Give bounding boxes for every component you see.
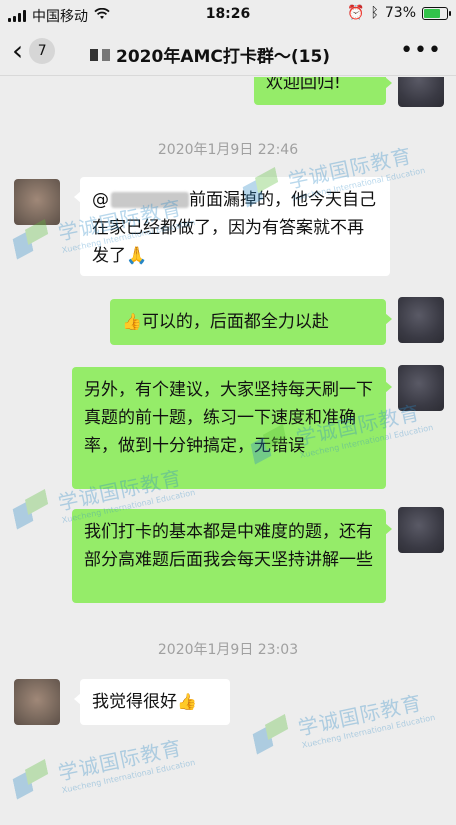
watermark: 学诚国际教育 Xuecheng International Education	[10, 729, 196, 806]
alarm-icon: ⏰	[347, 5, 365, 21]
chat-title[interactable]: 2020年AMC打卡群～(15)	[90, 42, 330, 67]
watermark-subtitle: Xuecheng International Education	[61, 757, 196, 795]
status-right: ⏰ ᛒ 73%	[347, 5, 451, 21]
avatar[interactable]	[14, 179, 60, 225]
message-bubble[interactable]: 我觉得很好👍	[74, 679, 230, 725]
thumbs-up-icon: 👍	[122, 312, 142, 331]
watermark-name: 学诚国际教育	[55, 735, 185, 786]
chevron-left-icon: ‹	[12, 34, 24, 67]
watermark-name: 学诚国际教育	[295, 690, 425, 741]
message-timestamp: 2020年1月9日 22:46	[157, 142, 299, 158]
message-text: 我们打卡的基本都是中难度的题，还有部分高难题后面我会每天坚持讲解一些	[84, 522, 373, 570]
message-text: 欢迎回归!	[266, 77, 341, 93]
chat-area[interactable]: 欢迎回归! 2020年1月9日 22:46 @ 前面漏掉的，他今天自己在家已经都做…	[0, 77, 456, 825]
battery-percent: 73%	[384, 5, 416, 21]
avatar[interactable]	[398, 507, 444, 553]
nav-bar: ‹ 7 2020年AMC打卡群～(15) •••	[0, 30, 456, 76]
message-text: 可以的，后面都全力以赴	[141, 312, 329, 332]
bluetooth-icon: ᛒ	[370, 5, 379, 21]
status-bar: 中国移动 18:26 ⏰ ᛒ 73%	[0, 0, 456, 30]
message-text: 我觉得很好	[92, 692, 177, 712]
back-button[interactable]: ‹ 7	[12, 34, 56, 67]
watermark-subtitle: Xuecheng International Education	[301, 712, 436, 750]
redacted-title-prefix	[90, 48, 110, 61]
message-text: 另外，有个建议，大家坚持每天刷一下真题的前十题，练习一下速度和准确率，做到十分钟…	[84, 380, 373, 456]
watermark-logo-icon	[10, 488, 57, 535]
chat-title-text: 2020年AMC打卡群～(15)	[116, 47, 331, 67]
unread-count-badge: 7	[29, 38, 56, 64]
message-bubble[interactable]: @ 前面漏掉的，他今天自己在家已经都做了，因为有答案就不再发了🙏	[74, 177, 390, 276]
avatar[interactable]	[398, 365, 444, 411]
watermark: 学诚国际教育 Xuecheng International Education	[250, 684, 436, 761]
watermark-logo-icon	[10, 758, 57, 805]
watermark-logo-icon	[10, 218, 57, 265]
message-timestamp: 2020年1月9日 23:03	[157, 642, 299, 658]
message-bubble[interactable]: 我们打卡的基本都是中难度的题，还有部分高难题后面我会每天坚持讲解一些	[72, 509, 392, 603]
avatar[interactable]	[14, 679, 60, 725]
mention-at: @	[92, 190, 109, 210]
message-bubble[interactable]: 另外，有个建议，大家坚持每天刷一下真题的前十题，练习一下速度和准确率，做到十分钟…	[72, 367, 392, 489]
message-bubble[interactable]: 👍可以的，后面都全力以赴	[110, 299, 392, 345]
message-bubble[interactable]: 欢迎回归!	[254, 77, 392, 105]
more-options-icon[interactable]: •••	[400, 40, 442, 62]
thumbs-up-icon: 👍	[177, 692, 197, 711]
avatar[interactable]	[398, 297, 444, 343]
avatar[interactable]	[398, 77, 444, 107]
redacted-mention-name	[111, 192, 189, 208]
watermark-logo-icon	[250, 713, 297, 760]
battery-icon	[422, 6, 451, 20]
